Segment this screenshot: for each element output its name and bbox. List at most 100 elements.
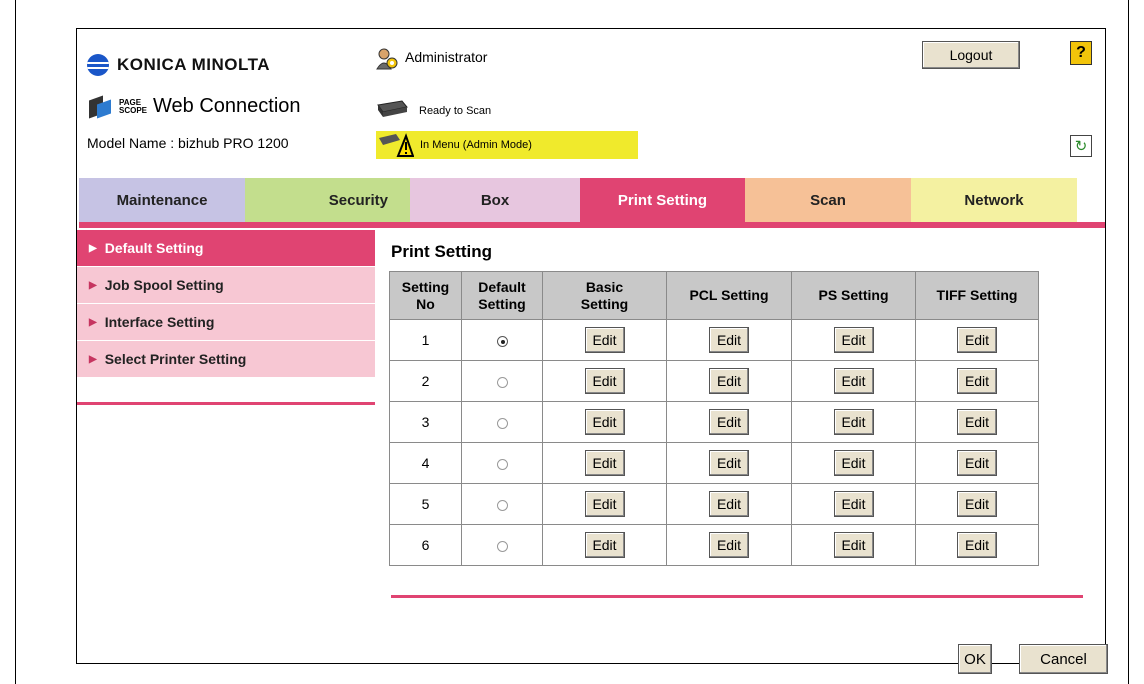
basic-setting-cell: Edit	[542, 401, 667, 443]
setting-no-cell: 6	[389, 524, 462, 566]
tiff-setting-cell: Edit	[915, 483, 1039, 525]
ps-setting-cell: Edit	[791, 319, 916, 361]
edit-basic-button[interactable]: Edit	[584, 327, 625, 353]
sidebar-item-select-printer-setting[interactable]: ▶ Select Printer Setting	[77, 341, 375, 378]
default-setting-radio[interactable]	[496, 335, 508, 347]
web-connection-window: KONICA MINOLTA PAGE SCOPE Web Connection…	[76, 28, 1108, 674]
triangle-right-icon: ▶	[89, 242, 97, 254]
edit-tiff-button[interactable]: Edit	[957, 409, 997, 435]
basic-setting-cell: Edit	[542, 319, 667, 361]
default-setting-cell	[461, 401, 543, 443]
ps-setting-cell: Edit	[791, 524, 916, 566]
edit-tiff-button[interactable]: Edit	[957, 532, 997, 558]
pagescope-wordmark: PAGE SCOPE	[119, 97, 148, 115]
user-name: Administrator	[405, 49, 488, 65]
edit-tiff-button[interactable]: Edit	[957, 327, 997, 353]
tiff-setting-cell: Edit	[915, 524, 1039, 566]
logout-button[interactable]: Logout	[922, 41, 1020, 69]
setting-no-cell: 3	[389, 401, 462, 443]
tab-box[interactable]: Box	[410, 178, 580, 222]
edit-ps-button[interactable]: Edit	[833, 327, 874, 353]
edit-ps-button[interactable]: Edit	[833, 450, 874, 476]
edit-ps-button[interactable]: Edit	[833, 368, 874, 394]
print-settings-table: Setting No Default Setting Basic Setting PC…	[389, 271, 1039, 566]
pcl-setting-cell: Edit	[666, 319, 792, 361]
setting-no-cell: 2	[389, 360, 462, 402]
tab-network[interactable]: Network	[911, 178, 1077, 222]
edit-basic-button[interactable]: Edit	[584, 491, 625, 517]
pagescope-icon	[89, 94, 117, 119]
page-title: Print Setting	[391, 242, 493, 261]
edit-pcl-button[interactable]: Edit	[709, 532, 749, 558]
edit-ps-button[interactable]: Edit	[833, 491, 874, 517]
edit-pcl-button[interactable]: Edit	[709, 368, 749, 394]
help-icon[interactable]: ?	[1070, 41, 1092, 65]
tiff-setting-cell: Edit	[915, 442, 1039, 484]
tab-security[interactable]: Security	[245, 178, 410, 222]
default-setting-radio[interactable]	[496, 376, 508, 388]
edit-pcl-button[interactable]: Edit	[709, 491, 749, 517]
sidebar: ▶ Default Setting ▶ Job Spool Setting ▶ …	[77, 230, 375, 378]
edit-pcl-button[interactable]: Edit	[709, 409, 749, 435]
edit-basic-button[interactable]: Edit	[584, 450, 625, 476]
brand-name: KONICA MINOLTA	[117, 55, 271, 74]
tiff-setting-cell: Edit	[915, 360, 1039, 402]
tab-maintenance[interactable]: Maintenance	[79, 178, 245, 222]
default-setting-radio[interactable]	[496, 417, 508, 429]
sidebar-item-interface-setting[interactable]: ▶ Interface Setting	[77, 304, 375, 341]
cancel-button[interactable]: Cancel	[1019, 644, 1108, 674]
edit-ps-button[interactable]: Edit	[833, 409, 874, 435]
default-setting-cell	[461, 524, 543, 566]
edit-tiff-button[interactable]: Edit	[957, 450, 997, 476]
ps-setting-cell: Edit	[791, 442, 916, 484]
edit-basic-button[interactable]: Edit	[584, 368, 625, 394]
edit-ps-button[interactable]: Edit	[833, 532, 874, 558]
default-setting-radio[interactable]	[496, 499, 508, 511]
ok-button[interactable]: OK	[958, 644, 992, 674]
edit-tiff-button[interactable]: Edit	[957, 491, 997, 517]
default-setting-radio[interactable]	[496, 458, 508, 470]
basic-setting-cell: Edit	[542, 360, 667, 402]
default-setting-radio[interactable]	[496, 540, 508, 552]
status-ready: Ready to Scan	[419, 105, 492, 117]
default-setting-cell	[461, 483, 543, 525]
edit-pcl-button[interactable]: Edit	[709, 327, 749, 353]
edit-basic-button[interactable]: Edit	[584, 409, 625, 435]
ps-setting-cell: Edit	[791, 483, 916, 525]
status-warning-bar: In Menu (Admin Mode)	[376, 131, 638, 159]
konica-minolta-logo: KONICA MINOLTA	[87, 53, 270, 77]
model-name: Model Name : bizhub PRO 1200	[87, 135, 289, 151]
sidebar-item-default-setting[interactable]: ▶ Default Setting	[77, 230, 375, 267]
pcl-setting-cell: Edit	[666, 524, 792, 566]
column-header-default-setting: Default Setting	[461, 271, 543, 320]
sidebar-item-job-spool-setting[interactable]: ▶ Job Spool Setting	[77, 267, 375, 304]
table-row: 2 Edit Edit Edit Edit	[389, 360, 1039, 402]
triangle-right-icon: ▶	[89, 279, 97, 291]
table-row: 1 Edit Edit Edit Edit	[389, 319, 1039, 361]
page-frame: KONICA MINOLTA PAGE SCOPE Web Connection…	[15, 0, 1129, 684]
triangle-right-icon: ▶	[89, 353, 97, 365]
administrator-icon	[376, 48, 398, 70]
sidebar-divider	[77, 402, 375, 405]
setting-no-cell: 5	[389, 483, 462, 525]
konica-globe-icon	[87, 54, 109, 76]
tiff-setting-cell: Edit	[915, 401, 1039, 443]
column-header-ps-setting: PS Setting	[791, 271, 916, 320]
sidebar-item-label: Default Setting	[104, 240, 204, 256]
tab-scan[interactable]: Scan	[745, 178, 911, 222]
refresh-icon[interactable]: ↻	[1070, 135, 1092, 157]
edit-tiff-button[interactable]: Edit	[957, 368, 997, 394]
tab-print-setting[interactable]: Print Setting	[580, 178, 745, 222]
table-row: 3 Edit Edit Edit Edit	[389, 401, 1039, 443]
column-header-basic-setting: Basic Setting	[542, 271, 667, 320]
pcl-setting-cell: Edit	[666, 360, 792, 402]
sidebar-item-label: Job Spool Setting	[104, 277, 224, 293]
tiff-setting-cell: Edit	[915, 319, 1039, 361]
triangle-right-icon: ▶	[89, 316, 97, 328]
basic-setting-cell: Edit	[542, 524, 667, 566]
edit-basic-button[interactable]: Edit	[584, 532, 625, 558]
scanner-icon	[377, 100, 408, 117]
web-connection-logo: PAGE SCOPE Web Connection	[89, 94, 301, 119]
column-header-tiff-setting: TIFF Setting	[915, 271, 1039, 320]
edit-pcl-button[interactable]: Edit	[709, 450, 749, 476]
